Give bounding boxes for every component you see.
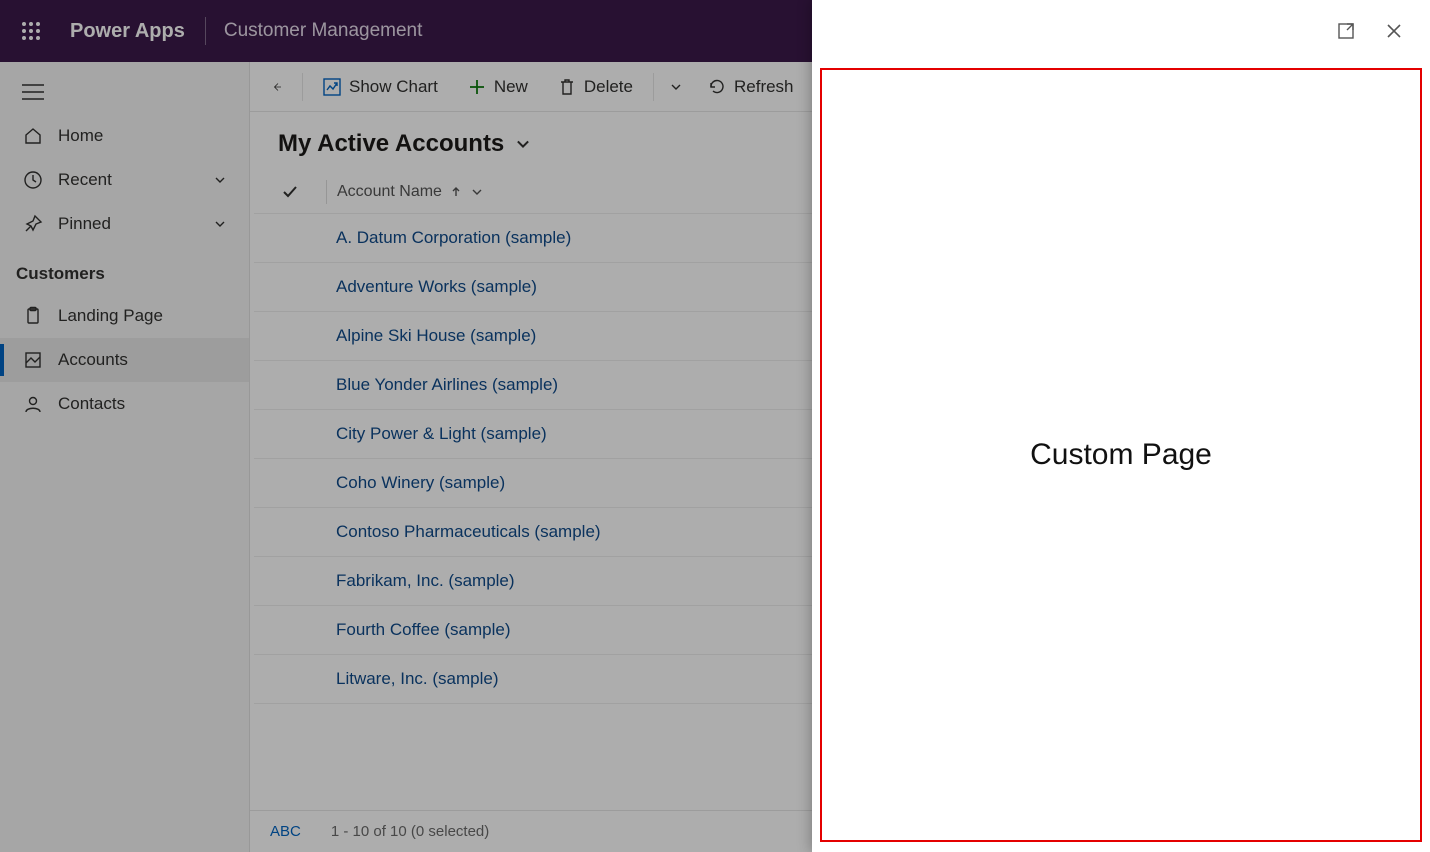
nav-recent[interactable]: Recent (0, 158, 249, 202)
show-chart-label: Show Chart (349, 77, 438, 97)
close-panel-button[interactable] (1382, 19, 1406, 43)
nav-recent-label: Recent (58, 170, 112, 190)
refresh-label: Refresh (734, 77, 794, 97)
back-button[interactable] (260, 71, 294, 103)
sort-ascending-icon (450, 186, 462, 198)
chevron-down-icon (514, 135, 532, 153)
record-range-label: 1 - 10 of 10 (0 selected) (331, 823, 489, 840)
header-separator (205, 17, 206, 45)
refresh-icon (708, 78, 726, 96)
entity-icon (22, 349, 44, 371)
custom-page-frame: Custom Page (820, 68, 1422, 842)
alpha-filter-button[interactable]: ABC (270, 823, 301, 840)
nav-section-customers: Customers (0, 246, 249, 294)
side-panel: Custom Page (812, 0, 1430, 852)
clock-icon (22, 169, 44, 191)
app-launcher-icon[interactable] (14, 14, 48, 48)
clipboard-icon (22, 305, 44, 327)
custom-page-label: Custom Page (1030, 438, 1212, 472)
delete-button[interactable]: Delete (546, 71, 645, 103)
nav-landing-page[interactable]: Landing Page (0, 294, 249, 338)
nav-home[interactable]: Home (0, 114, 249, 158)
pin-icon (22, 213, 44, 235)
chart-icon (323, 78, 341, 96)
panel-header (812, 0, 1430, 62)
product-brand[interactable]: Power Apps (70, 20, 185, 43)
app-name[interactable]: Customer Management (224, 20, 423, 42)
home-icon (22, 125, 44, 147)
chevron-down-icon (213, 173, 227, 187)
panel-body: Custom Page (812, 62, 1430, 852)
select-all-column[interactable] (254, 183, 326, 201)
command-separator (653, 73, 654, 101)
delete-label: Delete (584, 77, 633, 97)
nav-item-label: Accounts (58, 350, 128, 370)
refresh-button[interactable]: Refresh (696, 71, 806, 103)
nav-item-label: Landing Page (58, 306, 163, 326)
person-icon (22, 393, 44, 415)
nav-contacts[interactable]: Contacts (0, 382, 249, 426)
left-nav: Home Recent Pinned Custome (0, 62, 250, 852)
new-button[interactable]: New (456, 71, 540, 103)
command-separator (302, 73, 303, 101)
chevron-down-icon (213, 217, 227, 231)
nav-home-label: Home (58, 126, 103, 146)
column-header-name-label: Account Name (337, 183, 442, 201)
show-chart-button[interactable]: Show Chart (311, 71, 450, 103)
nav-collapse-button[interactable] (0, 76, 249, 114)
delete-split-button[interactable] (662, 80, 690, 94)
nav-pinned-label: Pinned (58, 214, 111, 234)
trash-icon (558, 78, 576, 96)
nav-pinned[interactable]: Pinned (0, 202, 249, 246)
new-label: New (494, 77, 528, 97)
plus-icon (468, 78, 486, 96)
view-title: My Active Accounts (278, 130, 504, 158)
nav-item-label: Contacts (58, 394, 125, 414)
nav-accounts[interactable]: Accounts (0, 338, 249, 382)
chevron-down-icon[interactable] (470, 185, 484, 199)
expand-panel-button[interactable] (1334, 19, 1358, 43)
